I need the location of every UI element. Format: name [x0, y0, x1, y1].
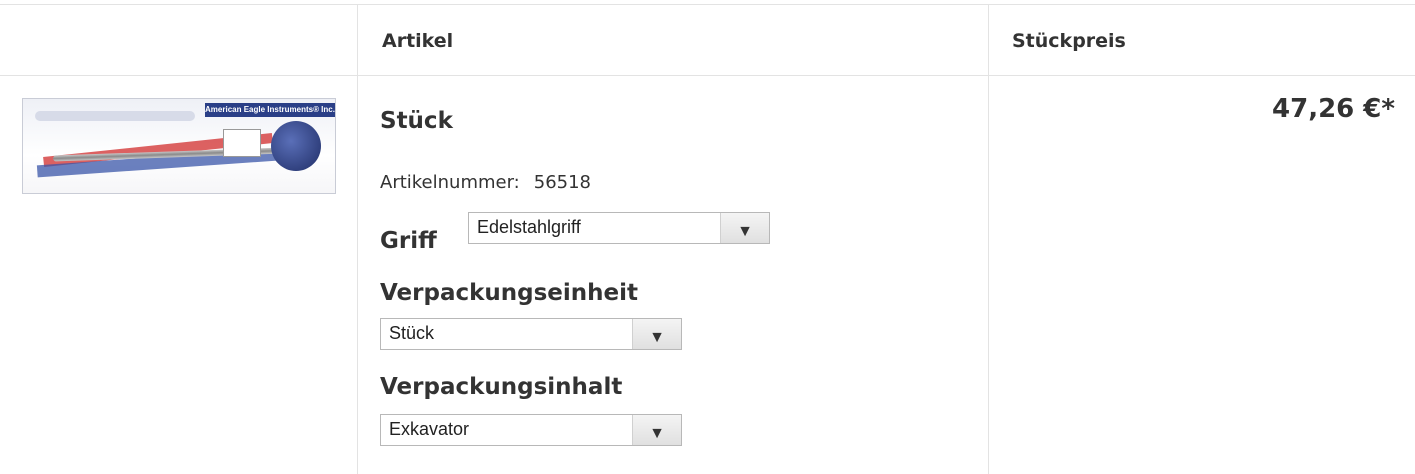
image-label-box	[223, 129, 261, 157]
griff-select-value: Edelstahlgriff	[477, 217, 581, 237]
chevron-down-icon[interactable]: ▼	[632, 415, 681, 445]
verpackungsinhalt-select-value: Exkavator	[389, 419, 470, 439]
verpackungsinhalt-select[interactable]: Exkavator ▼	[380, 414, 682, 446]
product-title[interactable]: Stück	[380, 108, 453, 134]
article-number-value: 56518	[533, 172, 592, 193]
chevron-down-icon[interactable]: ▼	[632, 319, 681, 349]
table-border-top	[0, 4, 1415, 5]
option-verpackungsinhalt-label: Verpackungsinhalt	[380, 374, 623, 400]
article-number-label: Artikelnummer:	[380, 172, 520, 193]
image-eagle-logo	[271, 121, 321, 171]
option-griff-label: Griff	[380, 228, 437, 254]
image-tagline	[35, 111, 195, 121]
verpackungseinheit-select[interactable]: Stück ▼	[380, 318, 682, 350]
column-divider-1	[357, 4, 358, 474]
header-unit-price: Stückpreis	[1012, 4, 1126, 78]
header-article-label: Artikel	[382, 30, 454, 52]
option-verpackungseinheit-label: Verpackungseinheit	[380, 280, 639, 306]
image-brand-banner: American Eagle Instruments® Inc.	[205, 103, 335, 117]
column-divider-2	[988, 4, 989, 474]
unit-price: 47,26 €*	[1272, 94, 1395, 124]
header-divider	[0, 75, 1415, 76]
article-number: Artikelnummer: 56518	[380, 172, 591, 193]
cart-table: Artikel Stückpreis American Eagle Instru…	[0, 0, 1415, 474]
verpackungseinheit-select-value: Stück	[389, 323, 435, 343]
header-article: Artikel	[382, 4, 453, 78]
griff-select[interactable]: Edelstahlgriff ▼	[468, 212, 770, 244]
product-image[interactable]: American Eagle Instruments® Inc.	[22, 98, 336, 194]
header-unit-price-label: Stückpreis	[1012, 30, 1126, 52]
chevron-down-icon[interactable]: ▼	[720, 213, 769, 243]
